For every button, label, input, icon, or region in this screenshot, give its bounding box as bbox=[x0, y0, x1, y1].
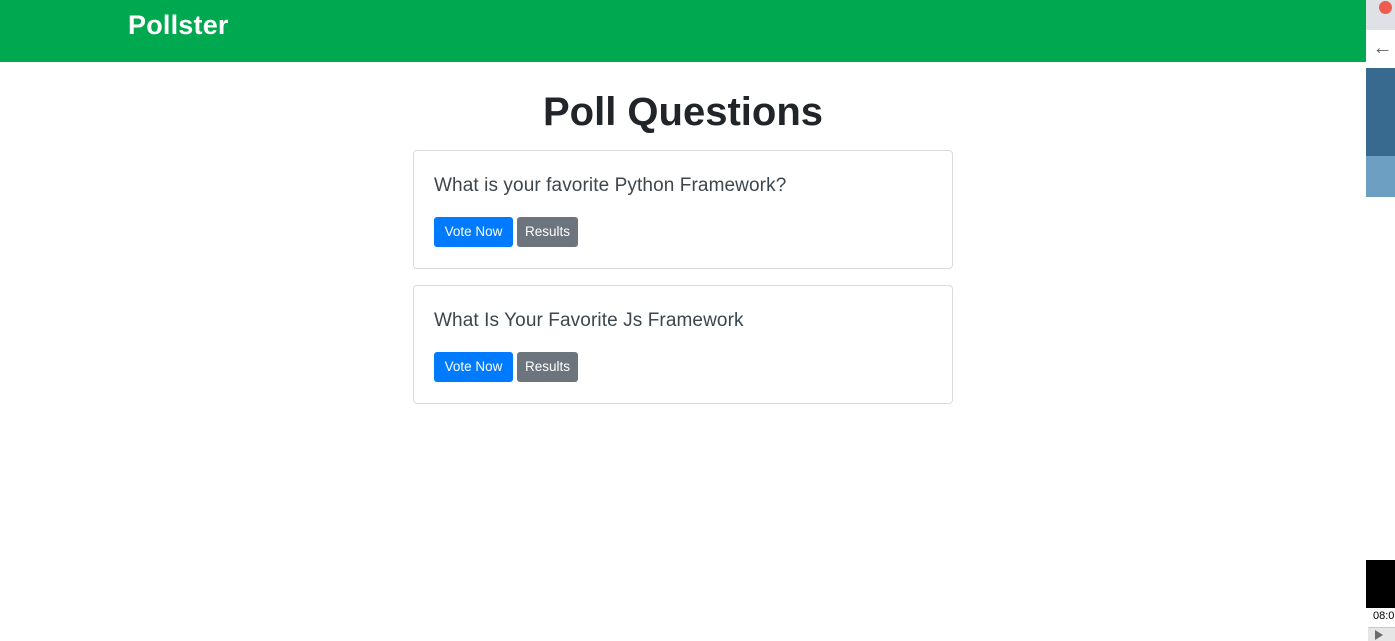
thumbnail-image bbox=[1366, 156, 1395, 197]
video-preview bbox=[1366, 560, 1395, 608]
play-icon bbox=[1375, 630, 1383, 640]
thumbnail-image bbox=[1366, 68, 1395, 156]
poll-card: What Is Your Favorite Js Framework Vote … bbox=[413, 285, 953, 404]
brand-logo[interactable]: Pollster bbox=[128, 10, 229, 41]
poll-question: What is your favorite Python Framework? bbox=[434, 175, 787, 196]
page-title: Poll Questions bbox=[542, 90, 824, 134]
poll-question: What Is Your Favorite Js Framework bbox=[434, 310, 744, 331]
results-button[interactable]: Results bbox=[517, 352, 578, 382]
results-button[interactable]: Results bbox=[517, 217, 578, 247]
poll-card: What is your favorite Python Framework? … bbox=[413, 150, 953, 269]
video-timestamp: 08:0 bbox=[1373, 610, 1395, 622]
navbar: Pollster bbox=[0, 0, 1366, 62]
close-window-icon[interactable] bbox=[1379, 1, 1392, 14]
play-button[interactable] bbox=[1368, 627, 1395, 641]
vote-now-button[interactable]: Vote Now bbox=[434, 217, 513, 247]
vote-now-button[interactable]: Vote Now bbox=[434, 352, 513, 382]
browser-side-panel: ← 08:0 bbox=[1366, 0, 1395, 641]
window-titlebar bbox=[1366, 0, 1395, 30]
arrow-left-icon[interactable]: ← bbox=[1370, 34, 1395, 62]
